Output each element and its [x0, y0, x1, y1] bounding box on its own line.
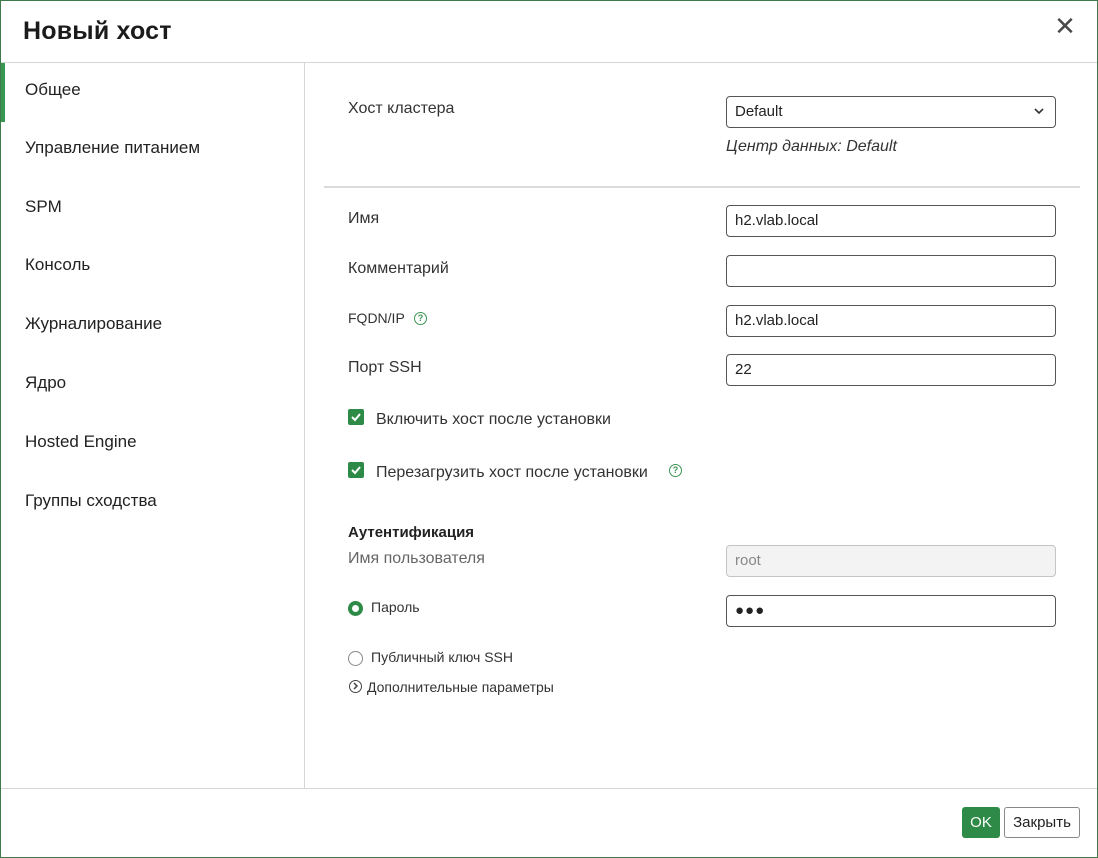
- sidebar-item-label: Ядро: [25, 373, 67, 392]
- sidebar-item-label: Журналирование: [25, 314, 163, 333]
- close-button[interactable]: Закрыть: [1004, 807, 1080, 838]
- ssh-port-input-value: 22: [735, 361, 752, 378]
- password-input[interactable]: ●●●: [726, 595, 1056, 627]
- checkmark-icon: [351, 466, 361, 475]
- cluster-label: Хост кластера: [348, 100, 455, 117]
- sidebar-item-power-management[interactable]: Управление питанием: [1, 121, 304, 180]
- dialog-header: Новый хост ✕: [1, 1, 1097, 63]
- reboot-checkbox[interactable]: [348, 462, 364, 478]
- sidebar-item-console[interactable]: Консоль: [1, 238, 304, 297]
- username-input-value: root: [735, 552, 761, 569]
- sidebar-item-hosted-engine[interactable]: Hosted Engine: [1, 415, 304, 474]
- username-label: Имя пользователя: [348, 550, 485, 567]
- dialog-footer: OK Закрыть: [1, 788, 1097, 858]
- general-tab-content: Хост кластера Default Центр данных: Defa…: [306, 63, 1097, 788]
- name-input-value: h2.vlab.local: [735, 212, 819, 229]
- datacenter-note: Центр данных: Default: [726, 138, 897, 155]
- chevron-down-icon: [1034, 108, 1044, 115]
- help-circle-icon[interactable]: ?: [669, 464, 682, 477]
- password-input-value: ●●●: [735, 602, 766, 619]
- sidebar-nav: Общее Управление питанием SPM Консоль Жу…: [1, 63, 305, 788]
- section-divider: [324, 186, 1080, 188]
- sidebar-item-spm[interactable]: SPM: [1, 180, 304, 239]
- sidebar-item-label: Общее: [25, 80, 81, 99]
- ssh-port-label: Порт SSH: [348, 359, 422, 376]
- checkmark-icon: [351, 413, 361, 422]
- password-label: Пароль: [371, 599, 420, 615]
- sidebar-item-label: SPM: [25, 197, 62, 216]
- auth-section-title: Аутентификация: [348, 524, 475, 541]
- dialog-title: Новый хост: [23, 17, 172, 45]
- ssh-key-label: Публичный ключ SSH: [371, 649, 514, 665]
- sidebar-item-label: Группы сходства: [25, 491, 157, 510]
- activate-checkbox[interactable]: [348, 409, 364, 425]
- close-icon[interactable]: ✕: [1053, 13, 1077, 39]
- reboot-label: Перезагрузить хост после установки: [376, 464, 648, 481]
- fqdn-input[interactable]: h2.vlab.local: [726, 305, 1056, 337]
- ok-button[interactable]: OK: [962, 807, 1000, 838]
- advanced-params-link[interactable]: Дополнительные параметры: [367, 679, 554, 695]
- chevron-right-circle-icon[interactable]: [349, 680, 362, 693]
- cluster-select[interactable]: Default: [726, 96, 1056, 128]
- sidebar-item-affinity-groups[interactable]: Группы сходства: [1, 474, 304, 533]
- cluster-select-value: Default: [735, 103, 783, 120]
- password-radio[interactable]: [348, 601, 363, 616]
- username-input: root: [726, 545, 1056, 577]
- sidebar-item-label: Консоль: [25, 255, 91, 274]
- sidebar-item-general[interactable]: Общее: [1, 63, 304, 122]
- comment-label: Комментарий: [348, 260, 449, 277]
- sidebar-item-logging[interactable]: Журналирование: [1, 297, 304, 356]
- help-circle-icon[interactable]: ?: [414, 312, 427, 325]
- fqdn-input-value: h2.vlab.local: [735, 312, 819, 329]
- ssh-key-radio[interactable]: [348, 651, 363, 666]
- sidebar-item-label: Hosted Engine: [25, 432, 137, 451]
- ssh-port-input[interactable]: 22: [726, 354, 1056, 386]
- comment-input[interactable]: [726, 255, 1056, 287]
- activate-label: Включить хост после установки: [376, 411, 611, 428]
- sidebar-item-label: Управление питанием: [25, 138, 201, 157]
- name-input[interactable]: h2.vlab.local: [726, 205, 1056, 237]
- sidebar-item-kernel[interactable]: Ядро: [1, 356, 304, 415]
- fqdn-label: FQDN/IP: [348, 310, 405, 326]
- name-label: Имя: [348, 210, 380, 227]
- new-host-dialog: Новый хост ✕ Общее Управление питанием S…: [0, 0, 1098, 858]
